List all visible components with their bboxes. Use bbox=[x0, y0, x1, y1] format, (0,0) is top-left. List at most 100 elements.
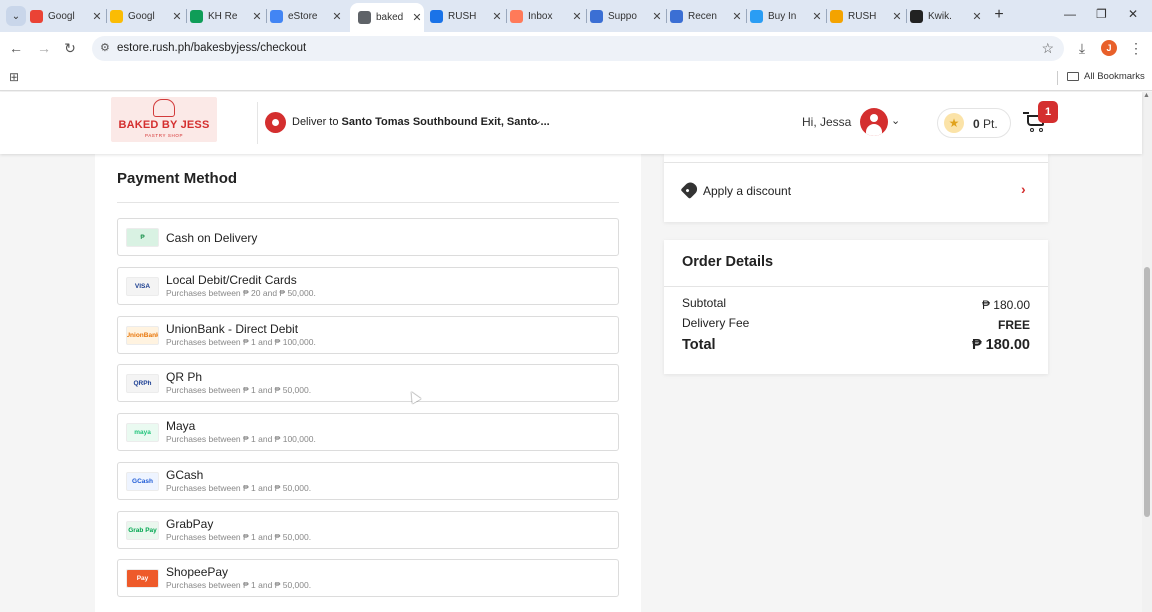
close-tab-icon[interactable]: ✕ bbox=[90, 10, 104, 23]
browser-tab[interactable]: Googl ✕ bbox=[30, 4, 104, 28]
minimize-icon[interactable]: — bbox=[1064, 7, 1076, 21]
folder-icon bbox=[1067, 72, 1079, 81]
close-tab-icon[interactable]: ✕ bbox=[730, 10, 744, 23]
unionbank-icon: UnionBank bbox=[126, 326, 159, 345]
cart-count-badge: 1 bbox=[1038, 101, 1058, 123]
payment-option-name: ShopeePay bbox=[166, 565, 229, 579]
payment-option-name: Maya bbox=[166, 419, 196, 433]
deliver-address-text: Santo Tomas Southbound Exit, Santo ... bbox=[341, 116, 550, 128]
link-icon bbox=[590, 9, 603, 23]
subtotal-value: ₱ 180.00 bbox=[981, 298, 1030, 312]
browser-tab-bar: ⌄ Googl ✕ Googl ✕ KH Re ✕ eStore ✕ baked ✕ RUSH ✕ In… bbox=[0, 0, 1152, 32]
deliver-prefix: Deliver to bbox=[292, 116, 339, 128]
apps-grid-icon[interactable]: ⊞ bbox=[9, 70, 19, 84]
close-tab-icon[interactable]: ✕ bbox=[890, 10, 904, 23]
browser-tab[interactable]: Buy In ✕ bbox=[750, 4, 824, 28]
location-pin-icon[interactable] bbox=[265, 112, 286, 133]
chevron-down-icon[interactable]: ⌄ bbox=[533, 114, 542, 127]
close-tab-icon[interactable]: ✕ bbox=[650, 10, 664, 23]
tab-title: RUSH bbox=[448, 10, 477, 22]
forward-icon[interactable]: → bbox=[36, 40, 52, 56]
tab-separator bbox=[586, 9, 587, 23]
page-scrollbar[interactable]: ▲ bbox=[1142, 92, 1152, 612]
close-tab-icon[interactable]: ✕ bbox=[170, 10, 184, 23]
browser-tab[interactable]: Kwik. ✕ bbox=[910, 4, 984, 28]
payment-option-name: Cash on Delivery bbox=[166, 231, 258, 245]
close-window-icon[interactable]: ✕ bbox=[1128, 7, 1138, 21]
sheets-icon bbox=[190, 9, 203, 23]
scroll-up-arrow[interactable]: ▲ bbox=[1143, 92, 1150, 99]
all-bookmarks-button[interactable]: All Bookmarks bbox=[1067, 71, 1145, 82]
user-account-icon[interactable] bbox=[860, 108, 888, 136]
browser-tab[interactable]: RUSH ✕ bbox=[830, 4, 904, 28]
menu-icon[interactable]: ⋮ bbox=[1128, 40, 1144, 57]
chevron-right-icon[interactable]: › bbox=[1021, 181, 1026, 197]
google-drive-icon bbox=[110, 9, 123, 23]
docs-icon bbox=[270, 9, 283, 23]
tab-separator bbox=[746, 9, 747, 23]
close-tab-icon[interactable]: ✕ bbox=[330, 10, 344, 23]
discount-card[interactable]: Apply a discount › bbox=[664, 154, 1048, 222]
tab-title: Inbox bbox=[528, 10, 553, 22]
browser-tab[interactable]: Suppo ✕ bbox=[590, 4, 664, 28]
close-tab-icon[interactable]: ✕ bbox=[570, 10, 584, 23]
close-tab-icon[interactable]: ✕ bbox=[410, 11, 424, 24]
new-tab-button[interactable]: + bbox=[990, 6, 1008, 24]
profile-avatar[interactable]: J bbox=[1101, 40, 1117, 56]
tab-title: Googl bbox=[48, 10, 75, 22]
browser-tab[interactable]: KH Re ✕ bbox=[190, 4, 264, 28]
browser-tab[interactable]: Inbox ✕ bbox=[510, 4, 584, 28]
store-logo[interactable]: BAKED BY JESS PASTRY SHOP bbox=[111, 97, 217, 142]
account-chevron-icon[interactable]: ⌄ bbox=[891, 114, 900, 127]
points-value: 0 bbox=[973, 117, 980, 131]
gcash-icon: GCash bbox=[126, 472, 159, 491]
close-tab-icon[interactable]: ✕ bbox=[250, 10, 264, 23]
grabpay-icon: Grab Pay bbox=[126, 521, 159, 540]
payment-option-limit: Purchases between ₱ 1 and ₱ 100,000. bbox=[166, 337, 316, 347]
points-badge[interactable]: ★ 0 Pt. bbox=[937, 108, 1011, 138]
payment-option[interactable]: QRPh QR Ph Purchases between ₱ 1 and ₱ 50,… bbox=[117, 364, 619, 402]
browser-tab[interactable]: Googl ✕ bbox=[110, 4, 184, 28]
total-label: Total bbox=[682, 337, 716, 353]
payment-option[interactable]: VISA Local Debit/Credit Cards Purchases be… bbox=[117, 267, 619, 305]
browser-toolbar: ← → ↻ ⚙ estore.rush.ph/bakesbyjess/check… bbox=[0, 32, 1152, 64]
back-icon[interactable]: ← bbox=[8, 40, 24, 56]
restore-icon[interactable]: ❐ bbox=[1096, 7, 1107, 21]
scroll-thumb[interactable] bbox=[1144, 267, 1150, 517]
browser-tab[interactable]: eStore ✕ bbox=[270, 4, 344, 28]
payment-option[interactable]: Grab Pay GrabPay Purchases between ₱ 1 and… bbox=[117, 511, 619, 549]
payment-option-limit: Purchases between ₱ 1 and ₱ 50,000. bbox=[166, 483, 312, 493]
apply-discount-label: Apply a discount bbox=[703, 184, 792, 198]
payment-option[interactable]: ₱ Cash on Delivery bbox=[117, 218, 619, 256]
x-brand-icon bbox=[750, 9, 763, 23]
close-tab-icon[interactable]: ✕ bbox=[490, 10, 504, 23]
payment-option[interactable]: maya Maya Purchases between ₱ 1 and ₱ 100,… bbox=[117, 413, 619, 451]
meet-icon bbox=[430, 9, 443, 23]
bookmark-star-icon[interactable]: ☆ bbox=[1041, 40, 1054, 57]
payment-option[interactable]: Pay ShopeePay Purchases between ₱ 1 and ₱ … bbox=[117, 559, 619, 597]
close-tab-icon[interactable]: ✕ bbox=[970, 10, 984, 23]
browser-tab[interactable]: RUSH ✕ bbox=[430, 4, 504, 28]
close-tab-icon[interactable]: ✕ bbox=[810, 10, 824, 23]
payment-option[interactable]: UnionBank UnionBank - Direct Debit Purchas… bbox=[117, 316, 619, 354]
tab-separator bbox=[666, 9, 667, 23]
payment-method-title: Payment Method bbox=[117, 170, 238, 187]
reload-icon[interactable]: ↻ bbox=[62, 40, 78, 57]
tab-search-button[interactable]: ⌄ bbox=[6, 6, 26, 26]
browser-tab[interactable]: baked ✕ bbox=[350, 3, 424, 32]
browser-tab[interactable]: Recen ✕ bbox=[670, 4, 744, 28]
delivery-address[interactable]: Deliver to Santo Tomas Southbound Exit, … bbox=[292, 116, 550, 128]
site-info-icon[interactable]: ⚙ bbox=[100, 41, 110, 54]
payment-divider bbox=[117, 202, 619, 203]
star-icon: ★ bbox=[944, 113, 964, 133]
cash-icon: ₱ bbox=[126, 228, 159, 247]
payment-option[interactable]: GCash GCash Purchases between ₱ 1 and ₱ 50… bbox=[117, 462, 619, 500]
tab-separator bbox=[906, 9, 907, 23]
kwik-icon bbox=[910, 9, 923, 23]
address-bar[interactable]: ⚙ estore.rush.ph/bakesbyjess/checkout ☆ bbox=[92, 36, 1064, 61]
discount-divider bbox=[664, 162, 1048, 163]
tab-separator bbox=[106, 9, 107, 23]
shopeepay-icon: Pay bbox=[126, 569, 159, 588]
download-icon[interactable]: ⤓ bbox=[1074, 40, 1090, 57]
tab-title: baked bbox=[376, 12, 404, 23]
